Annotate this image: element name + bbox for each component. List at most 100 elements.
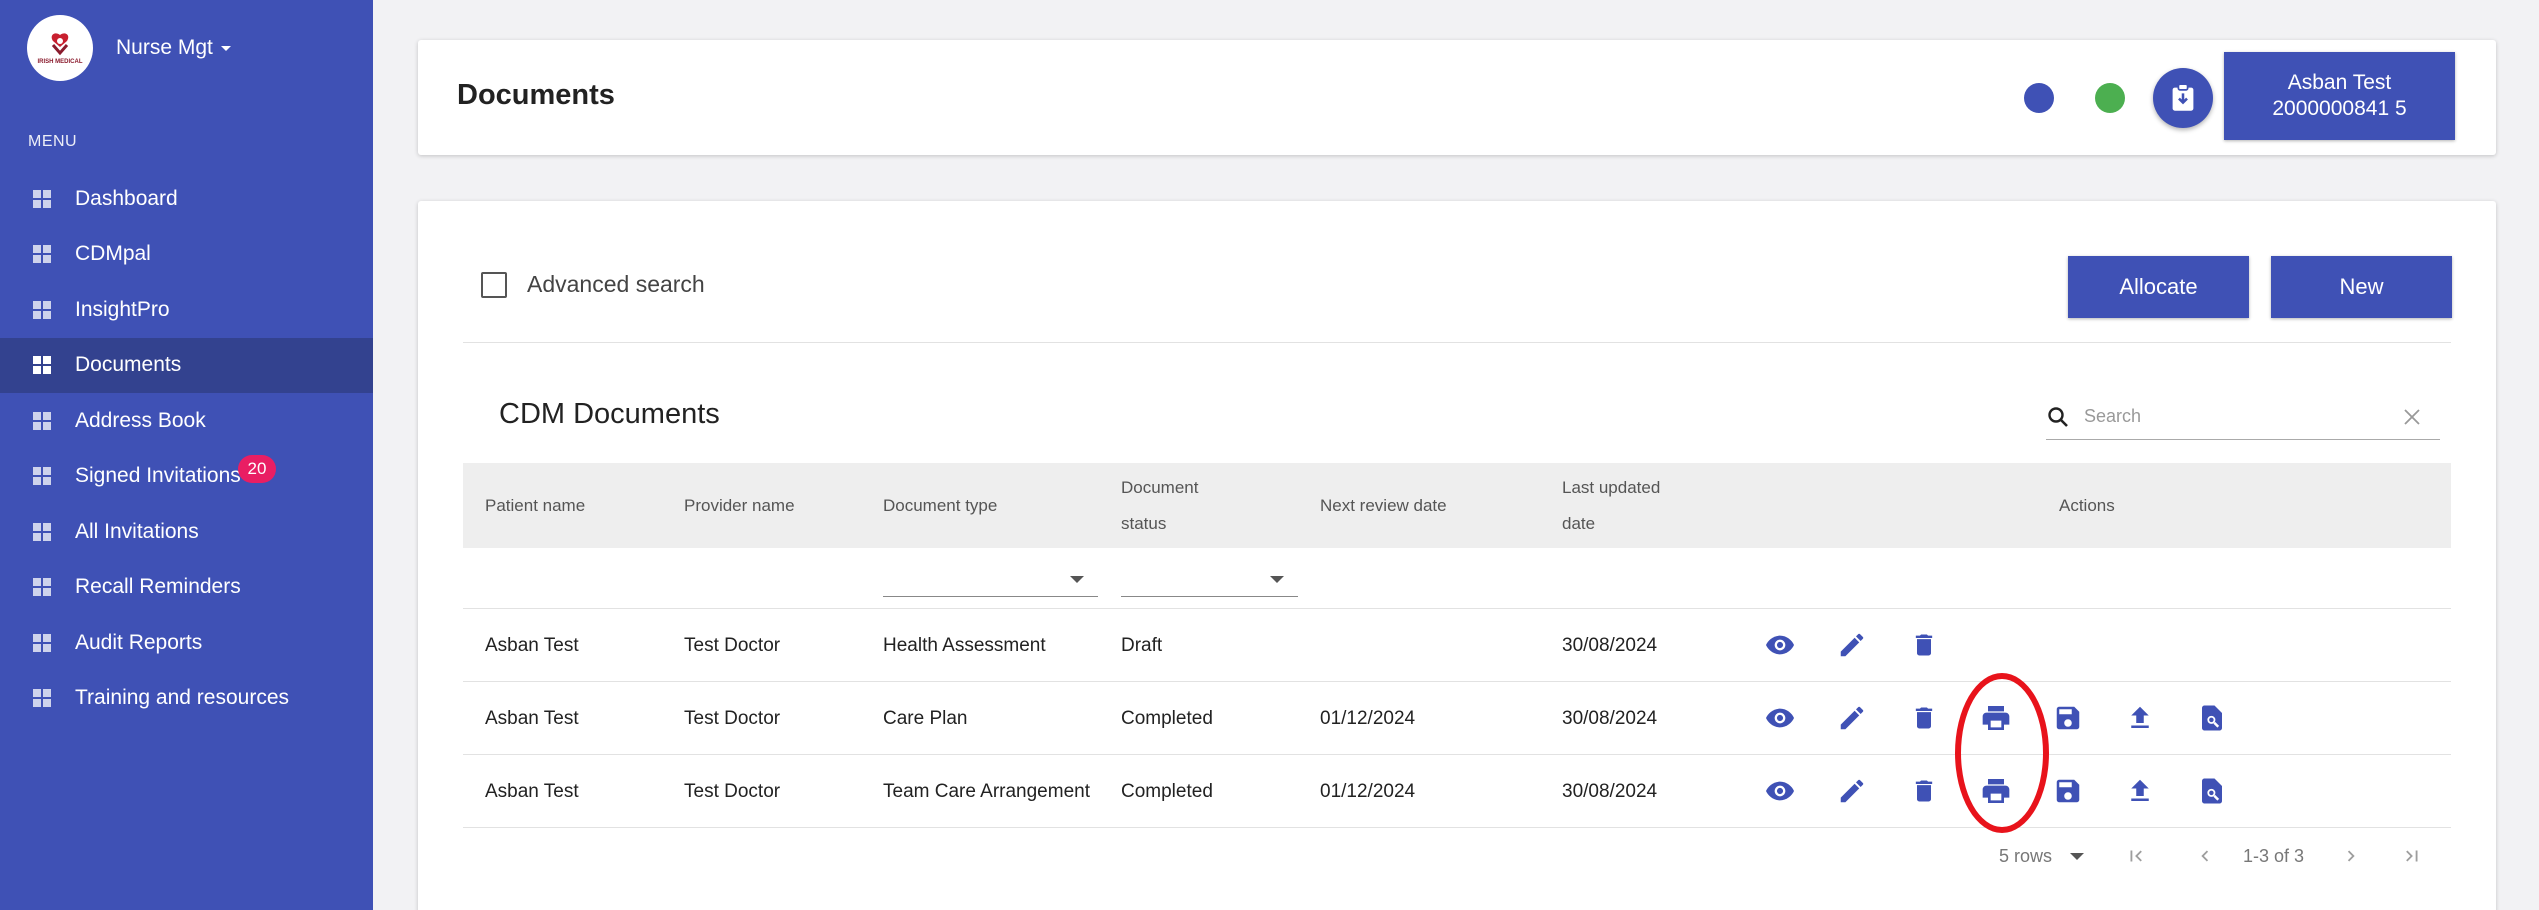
column-header-updated-line2: date [1562, 513, 1596, 533]
search-box [2046, 394, 2440, 440]
page-title: Documents [457, 79, 615, 111]
document-search-icon [2202, 778, 2222, 804]
upload-icon [2131, 706, 2149, 728]
sidebar-item-label: Documents [75, 353, 182, 377]
brand[interactable]: IRISH MEDICAL Nurse Mgt [27, 15, 231, 81]
practice-selector[interactable]: Nurse Mgt [116, 36, 231, 60]
print-button[interactable] [1978, 773, 2014, 809]
clipboard-download-icon [2172, 83, 2194, 111]
column-header-doctype[interactable]: Document type [883, 463, 997, 548]
preview-button[interactable] [2194, 700, 2230, 736]
edit-button[interactable] [1834, 773, 1870, 809]
upload-button[interactable] [2122, 700, 2158, 736]
allocate-button[interactable]: Allocate [2068, 256, 2249, 318]
sidebar-item-recall-reminders[interactable]: Recall Reminders [0, 560, 373, 616]
cell-provider: Test Doctor [684, 780, 781, 802]
trash-icon [1915, 707, 1933, 729]
column-header-status[interactable]: Document status [1121, 463, 1198, 548]
cell-updated: 30/08/2024 [1562, 707, 1658, 729]
view-button[interactable] [1762, 700, 1798, 736]
status-filter-select[interactable] [1121, 560, 1298, 597]
search-input[interactable] [2084, 406, 2384, 427]
doctype-filter-select[interactable] [883, 560, 1098, 597]
delete-button[interactable] [1906, 700, 1942, 736]
cell-doctype: Health Assessment [883, 634, 1046, 656]
column-header-review[interactable]: Next review date [1320, 463, 1447, 548]
clipboard-download-button[interactable] [2153, 68, 2213, 128]
save-button[interactable] [2050, 773, 2086, 809]
rows-per-page-select[interactable]: 5 rows [1999, 831, 2085, 881]
patient-button[interactable]: Asban Test 2000000841 5 [2224, 52, 2455, 140]
table-title: CDM Documents [499, 398, 720, 430]
save-button[interactable] [2050, 700, 2086, 736]
table-row: Asban Test Test Doctor Team Care Arrange… [463, 755, 2451, 828]
delete-button[interactable] [1906, 773, 1942, 809]
sidebar-item-cdmpal[interactable]: CDMpal [0, 227, 373, 283]
page-range: 1-3 of 3 [2243, 845, 2305, 866]
column-header-updated-line1: Last updated [1562, 477, 1661, 497]
last-page-button[interactable] [2401, 831, 2423, 881]
column-header-patient[interactable]: Patient name [485, 463, 585, 548]
pencil-icon [1840, 706, 1864, 730]
cell-review: 01/12/2024 [1320, 707, 1416, 729]
dashboard-icon [33, 578, 51, 597]
sidebar-item-address-book[interactable]: Address Book [0, 393, 373, 449]
sidebar-item-documents[interactable]: Documents [0, 337, 373, 393]
floppy-disk-icon [2056, 779, 2080, 803]
filter-row [463, 548, 2451, 609]
cell-status: Draft [1121, 634, 1163, 656]
rows-per-page-value: 5 rows [1999, 845, 2053, 866]
dashboard-icon [33, 356, 51, 375]
first-page-button[interactable] [2125, 831, 2147, 881]
prev-page-button[interactable] [2194, 831, 2216, 881]
sidebar-item-label: Recall Reminders [75, 575, 241, 599]
logo: IRISH MEDICAL [27, 15, 93, 81]
eye-icon [1766, 781, 1794, 801]
edit-button[interactable] [1834, 627, 1870, 663]
column-header-updated[interactable]: Last updated date [1562, 463, 1660, 548]
dashboard-icon [33, 300, 51, 319]
edit-button[interactable] [1834, 700, 1870, 736]
new-button[interactable]: New [2271, 256, 2452, 318]
sidebar-item-label: Training and resources [75, 686, 289, 710]
sidebar-item-label: All Invitations [75, 519, 199, 543]
table-row: Asban Test Test Doctor Care Plan Complet… [463, 682, 2451, 755]
clear-icon[interactable] [2402, 407, 2422, 427]
pencil-icon [1840, 633, 1864, 657]
sidebar-item-training[interactable]: Training and resources [0, 671, 373, 727]
pencil-icon [1840, 779, 1864, 803]
dashboard-icon [33, 245, 51, 264]
preview-button[interactable] [2194, 773, 2230, 809]
dashboard-icon [33, 689, 51, 708]
sidebar-item-audit-reports[interactable]: Audit Reports [0, 615, 373, 671]
column-header-provider[interactable]: Provider name [684, 463, 795, 548]
sidebar-item-label: InsightPro [75, 297, 170, 321]
cell-review: 01/12/2024 [1320, 780, 1416, 802]
sidebar-item-insightpro[interactable]: InsightPro [0, 282, 373, 338]
menu-header: MENU [28, 133, 78, 150]
next-page-button[interactable] [2340, 831, 2362, 881]
dashboard-icon [33, 189, 51, 208]
upload-button[interactable] [2122, 773, 2158, 809]
trash-icon [1915, 634, 1933, 656]
view-button[interactable] [1762, 773, 1798, 809]
printer-icon [1982, 706, 2010, 730]
cell-provider: Test Doctor [684, 707, 781, 729]
sidebar-item-all-invitations[interactable]: All Invitations [0, 504, 373, 560]
view-button[interactable] [1762, 627, 1798, 663]
pagination: 5 rows 1-3 of 3 [418, 831, 2496, 881]
sidebar-item-signed-invitations[interactable]: Signed Invitations 20 [0, 449, 373, 505]
logo-text: IRISH MEDICAL [37, 59, 83, 65]
cell-doctype: Care Plan [883, 707, 968, 729]
print-button[interactable] [1978, 700, 2014, 736]
trash-icon [1915, 780, 1933, 802]
delete-button[interactable] [1906, 627, 1942, 663]
last-page-icon [2406, 850, 2418, 862]
sidebar: IRISH MEDICAL Nurse Mgt MENU Dashboard C… [0, 0, 373, 910]
search-icon [2048, 406, 2068, 427]
advanced-search-checkbox[interactable] [481, 271, 507, 298]
dashboard-icon [33, 633, 51, 652]
advanced-search-toggle[interactable]: Advanced search [481, 271, 705, 298]
sidebar-item-dashboard[interactable]: Dashboard [0, 171, 373, 227]
dropdown-arrow-icon [2070, 852, 2085, 860]
